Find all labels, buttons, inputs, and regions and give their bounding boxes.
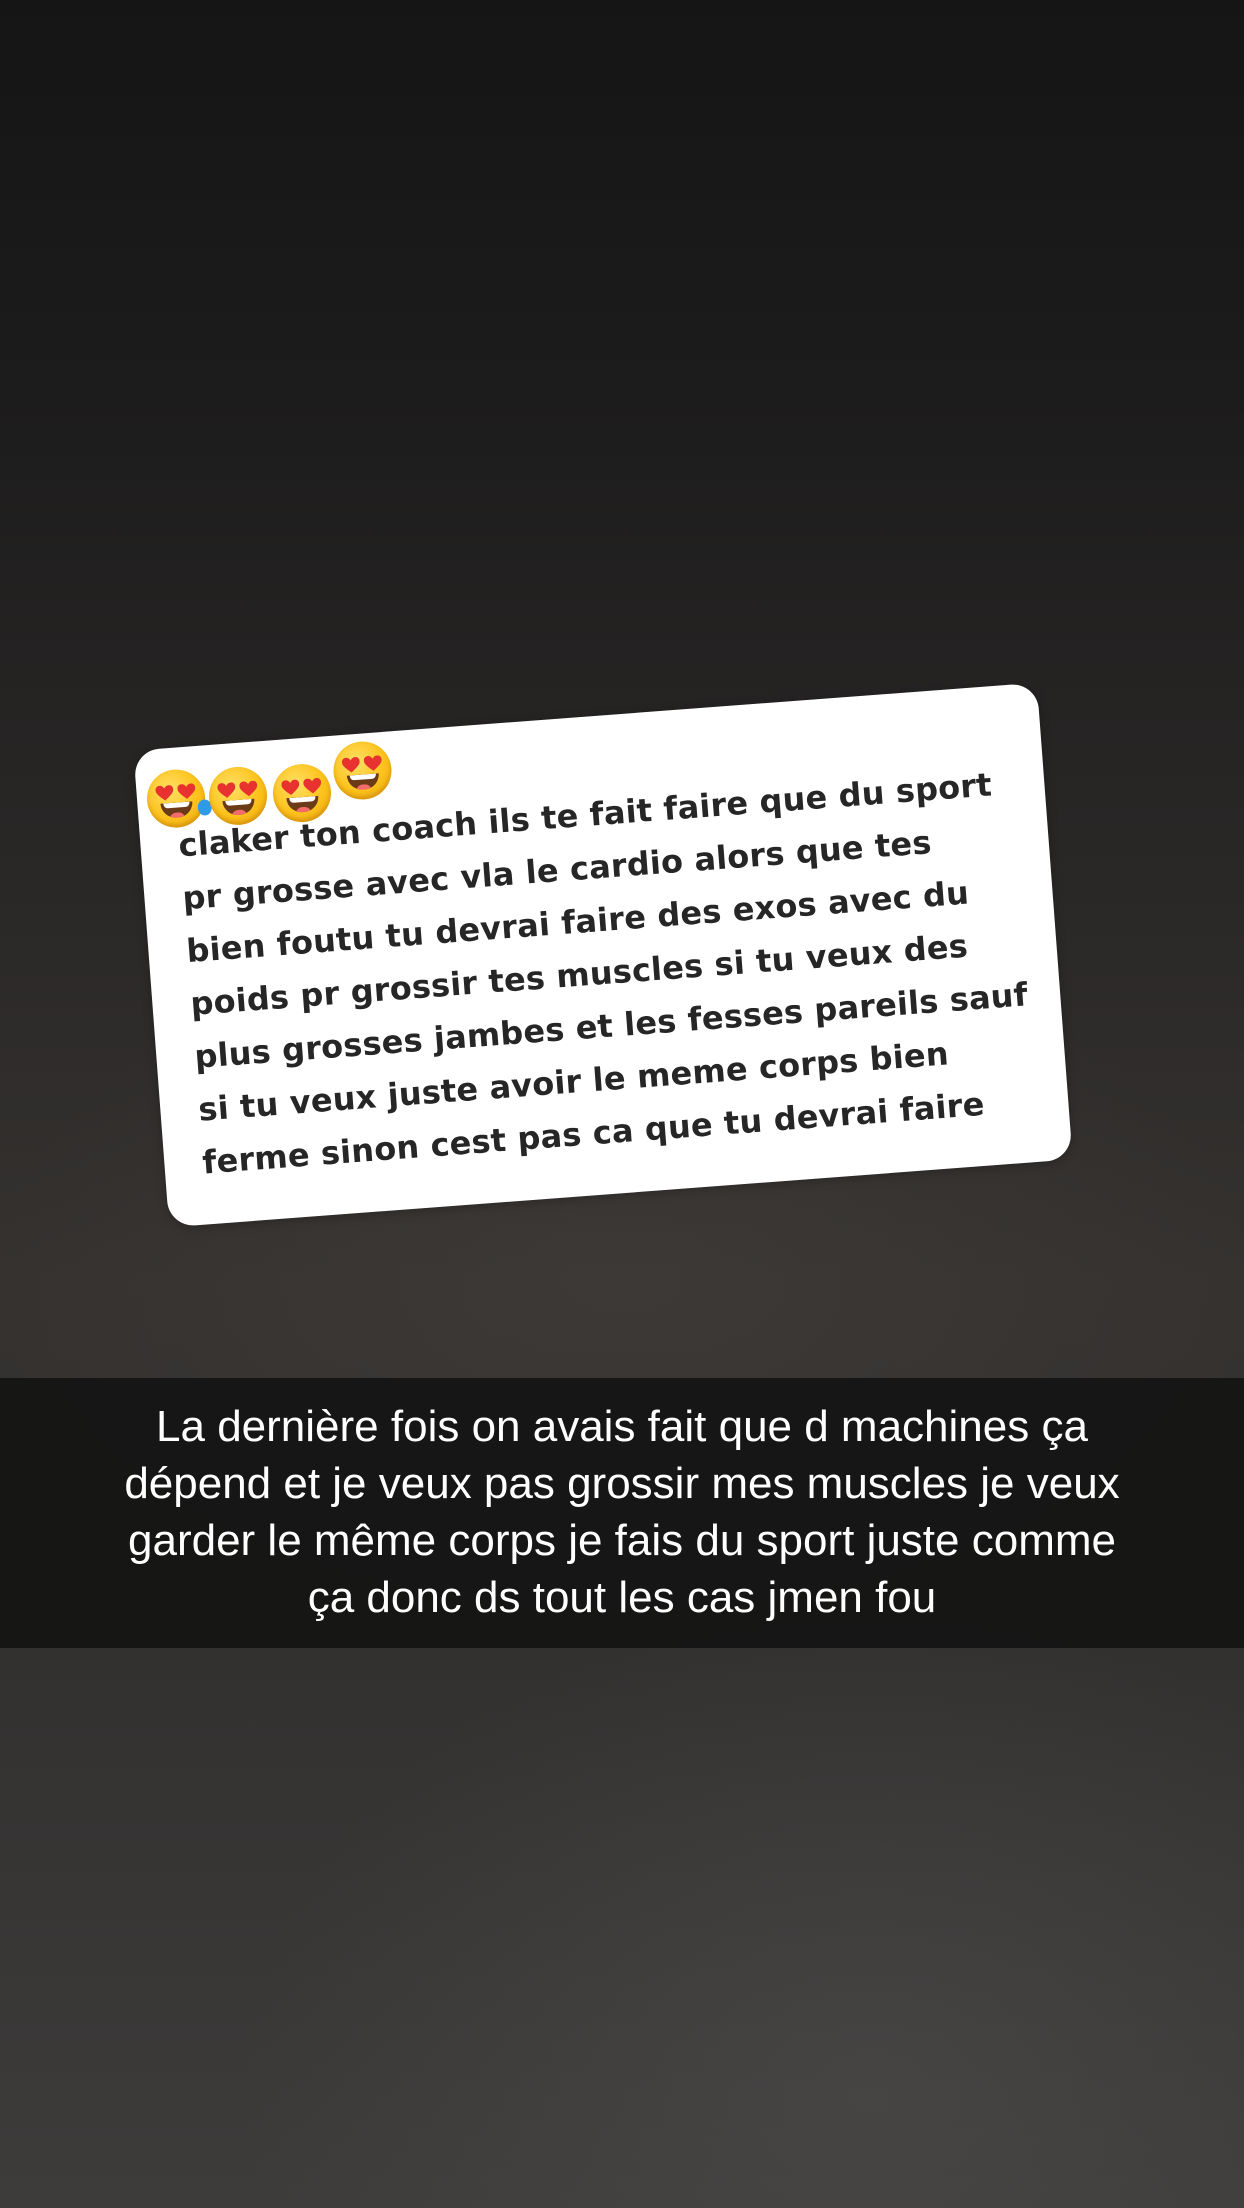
- caption-line: ça donc ds tout les cas jmen fou: [307, 1573, 937, 1622]
- caption-bar: La dernière fois on avais fait que d mac…: [0, 1378, 1244, 1648]
- question-response-text: claker ton coach ils te fait faire que d…: [177, 755, 1062, 1189]
- caption-line: La dernière fois on avais fait que d mac…: [156, 1402, 1088, 1451]
- caption-text: La dernière fois on avais fait que d mac…: [0, 1398, 1244, 1626]
- caption-line: garder le même corps je fais du sport ju…: [128, 1516, 1116, 1565]
- caption-line: dépend et je veux pas grossir mes muscle…: [124, 1459, 1120, 1508]
- heart-eyes-emoji-icon: [331, 739, 394, 802]
- question-response-card: claker ton coach ils te fait faire que d…: [133, 682, 1073, 1228]
